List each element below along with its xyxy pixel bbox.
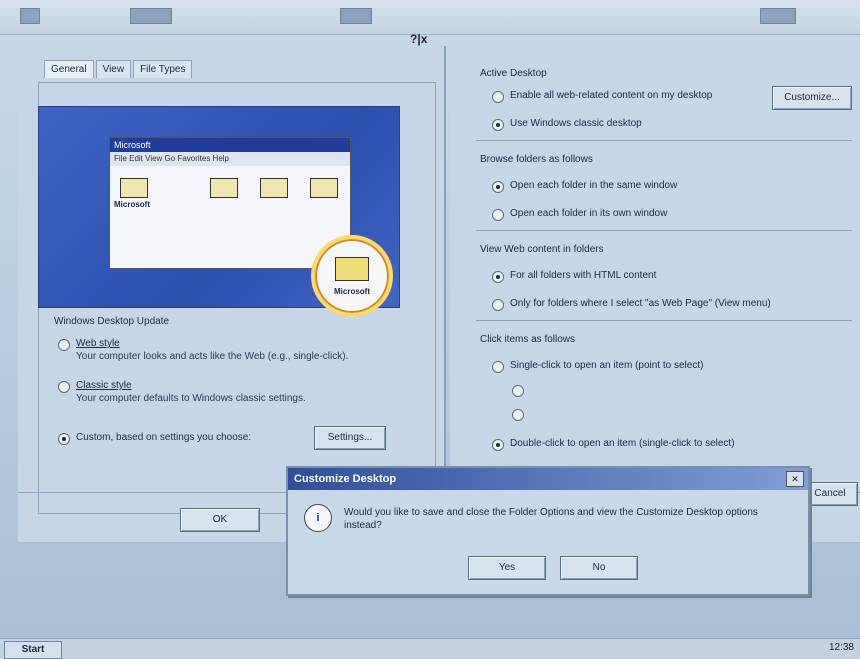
preview-window-title: Microsoft: [110, 138, 350, 152]
all-html-folders-label: For all folders with HTML content: [510, 270, 657, 281]
active-desktop-title: Active Desktop: [480, 68, 547, 79]
browse-folders-title: Browse folders as follows: [480, 154, 593, 165]
classic-style-label: Classic style: [76, 380, 132, 391]
underline-option-radio[interactable]: [512, 409, 524, 421]
no-button[interactable]: No: [560, 556, 638, 580]
divider: [476, 140, 852, 141]
tab-strip: General View File Types: [44, 60, 193, 78]
web-page-only-option[interactable]: Only for folders where I select "as Web …: [492, 298, 771, 311]
classic-style-desc: Your computer defaults to Windows classi…: [76, 393, 306, 404]
custom-label: Custom, based on settings you choose:: [76, 432, 252, 443]
single-click-label: Single-click to open an item (point to s…: [510, 360, 704, 371]
double-click-option[interactable]: Double-click to open an item (single-cli…: [492, 438, 735, 451]
top-window-titlebar: [0, 0, 860, 35]
desktop-preview-image: Microsoft File Edit View Go Favorites He…: [38, 106, 400, 317]
web-style-label: Web style: [76, 338, 120, 349]
cancel-button[interactable]: Cancel: [802, 482, 858, 506]
dialog-message: Would you like to save and close the Fol…: [344, 507, 758, 531]
folder-icon: [210, 178, 238, 198]
yes-button[interactable]: Yes: [468, 556, 546, 580]
preview-menu: File Edit View Go Favorites Help: [110, 152, 350, 166]
radio-button[interactable]: [492, 271, 504, 283]
own-window-label: Open each folder in its own window: [510, 208, 668, 219]
own-window-option[interactable]: Open each folder in its own window: [492, 208, 667, 221]
magnified-label: Microsoft: [334, 287, 370, 296]
click-items-title: Click items as follows: [480, 334, 576, 345]
folder-icon: [335, 257, 369, 281]
enable-web-content-option[interactable]: Enable all web-related content on my des…: [492, 90, 712, 103]
tab-view[interactable]: View: [95, 60, 132, 78]
all-html-folders-option[interactable]: For all folders with HTML content: [492, 270, 656, 283]
radio-button[interactable]: [492, 299, 504, 311]
classic-style-option[interactable]: Classic style Your computer defaults to …: [58, 380, 398, 404]
radio-button[interactable]: [492, 439, 504, 451]
web-page-only-label: Only for folders where I select "as Web …: [510, 298, 771, 309]
radio-button[interactable]: [58, 433, 70, 445]
radio-button[interactable]: [492, 91, 504, 103]
toolbar-icon[interactable]: [340, 8, 372, 24]
tab-general[interactable]: General: [44, 60, 94, 78]
radio-button[interactable]: [492, 119, 504, 131]
toolbar-icon[interactable]: [760, 8, 796, 24]
settings-button[interactable]: Settings...: [314, 426, 386, 450]
classic-desktop-label: Use Windows classic desktop: [510, 118, 642, 129]
custom-option[interactable]: Custom, based on settings you choose:: [58, 432, 251, 445]
divider: [476, 230, 852, 231]
web-style-option[interactable]: Web style Your computer looks and acts l…: [58, 338, 398, 362]
enable-web-content-label: Enable all web-related content on my des…: [510, 90, 713, 101]
close-icon[interactable]: ✕: [786, 471, 804, 487]
preview-folder-label: Microsoft: [114, 200, 150, 209]
magnifier-circle: Microsoft: [311, 235, 393, 317]
web-style-desc: Your computer looks and acts like the We…: [76, 351, 349, 362]
classic-desktop-option[interactable]: Use Windows classic desktop: [492, 118, 642, 131]
radio-button[interactable]: [492, 361, 504, 373]
radio-button[interactable]: [58, 339, 70, 351]
dialog-title: Customize Desktop: [288, 468, 808, 490]
radio-button[interactable]: [492, 209, 504, 221]
folder-icon: [120, 178, 148, 198]
view-web-content-title: View Web content in folders: [480, 244, 604, 255]
underline-option-radio[interactable]: [512, 385, 524, 397]
folder-icon: [310, 178, 338, 198]
radio-button[interactable]: [492, 181, 504, 193]
same-window-label: Open each folder in the same window: [510, 180, 678, 191]
customize-button[interactable]: Customize...: [772, 86, 852, 110]
ok-button[interactable]: OK: [180, 508, 260, 532]
single-click-option[interactable]: Single-click to open an item (point to s…: [492, 360, 703, 373]
toolbar-icon[interactable]: [130, 8, 172, 24]
system-tray-clock[interactable]: 12:38: [829, 642, 854, 653]
web-style-text: Web style Your computer looks and acts l…: [76, 338, 348, 362]
info-icon: i: [304, 504, 332, 532]
double-click-label: Double-click to open an item (single-cli…: [510, 438, 735, 449]
help-close-buttons[interactable]: ?|x: [410, 32, 427, 46]
same-window-option[interactable]: Open each folder in the same window: [492, 180, 677, 193]
start-button[interactable]: Start: [4, 641, 62, 659]
divider: [476, 320, 852, 321]
folder-icon: [260, 178, 288, 198]
classic-style-text: Classic style Your computer defaults to …: [76, 380, 306, 404]
taskbar: Start 12:38: [0, 638, 860, 659]
app-icon: [20, 8, 40, 24]
customize-desktop-dialog: Customize Desktop ✕ i Would you like to …: [286, 466, 810, 596]
preview-window: Microsoft File Edit View Go Favorites He…: [109, 137, 351, 269]
tab-file-types[interactable]: File Types: [133, 60, 193, 78]
radio-button[interactable]: [58, 381, 70, 393]
windows-desktop-update-title: Windows Desktop Update: [54, 316, 170, 327]
